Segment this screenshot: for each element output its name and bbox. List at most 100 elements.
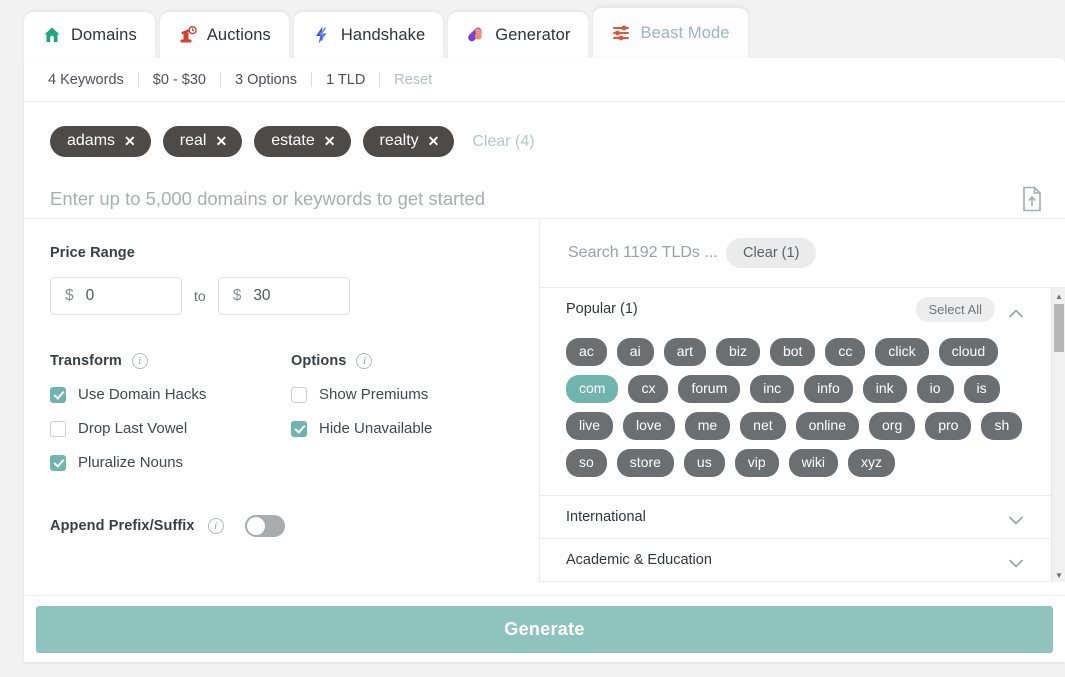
tld-chip-xyz[interactable]: xyz	[848, 449, 895, 477]
scroll-down-icon[interactable]: ▼	[1052, 568, 1065, 582]
tld-chip-click[interactable]: click	[875, 338, 928, 366]
checkbox-hide-unavailable[interactable]: Hide Unavailable	[291, 420, 532, 437]
filter-keywords-count[interactable]: 4 Keywords	[34, 72, 138, 88]
chevron-down-icon[interactable]	[1009, 555, 1023, 564]
keyword-chip-label: adams	[67, 132, 115, 150]
tld-chip-info[interactable]: info	[804, 375, 853, 403]
tld-chip-is[interactable]: is	[964, 375, 1000, 403]
tld-chip-ink[interactable]: ink	[863, 375, 907, 403]
tld-chip-cx[interactable]: cx	[628, 375, 668, 403]
checkbox-grid: Transform i Use Domain Hacks Drop Last V…	[50, 353, 539, 471]
tld-chip-cc[interactable]: cc	[825, 338, 865, 366]
filter-options-count[interactable]: 3 Options	[221, 72, 311, 88]
tld-chip-ai[interactable]: ai	[617, 338, 654, 366]
tld-chip-biz[interactable]: biz	[716, 338, 760, 366]
checkbox-label: Use Domain Hacks	[78, 386, 206, 403]
keyword-chip-row: adams ✕ real ✕ estate ✕ realty ✕ Clear (…	[24, 102, 1065, 157]
tld-chip-org[interactable]: org	[869, 412, 915, 440]
tld-chip-love[interactable]: love	[623, 412, 675, 440]
accordion-header-international[interactable]: International	[540, 496, 1065, 538]
checkbox-show-premiums[interactable]: Show Premiums	[291, 386, 532, 403]
append-prefix-suffix-row: Append Prefix/Suffix i	[50, 515, 539, 537]
price-min-field[interactable]: $ 0	[50, 277, 182, 315]
info-icon[interactable]: i	[132, 353, 148, 369]
tld-accordion: Popular (1) Select All ac ai art	[540, 287, 1065, 582]
chevron-up-icon[interactable]	[1009, 305, 1023, 314]
accordion-header-academic-education[interactable]: Academic & Education	[540, 539, 1065, 581]
tab-auctions[interactable]: Auctions	[160, 12, 289, 58]
checkbox-icon[interactable]	[291, 387, 307, 403]
tld-chip-io[interactable]: io	[917, 375, 954, 403]
close-icon[interactable]: ✕	[215, 134, 227, 148]
file-upload-icon[interactable]	[1021, 186, 1043, 212]
generate-button[interactable]: Generate	[36, 606, 1053, 653]
chevron-down-icon[interactable]	[1009, 512, 1023, 521]
checkbox-icon[interactable]	[50, 421, 66, 437]
scroll-up-icon[interactable]: ▲	[1052, 289, 1065, 303]
filter-price-range[interactable]: $0 - $30	[139, 72, 220, 88]
info-icon[interactable]: i	[356, 353, 372, 369]
tld-chip-art[interactable]: art	[664, 338, 706, 366]
keyword-chip[interactable]: adams ✕	[50, 126, 151, 157]
filter-reset-button[interactable]: Reset	[380, 72, 446, 88]
tld-chip-forum[interactable]: forum	[678, 375, 740, 403]
price-range-label: Price Range	[50, 245, 539, 261]
options-label: Options	[291, 353, 346, 369]
tld-chip-so[interactable]: so	[566, 449, 607, 477]
tld-chip-online[interactable]: online	[796, 412, 859, 440]
tab-generator[interactable]: Generator	[448, 12, 588, 58]
checkbox-drop-last-vowel[interactable]: Drop Last Vowel	[50, 420, 291, 437]
keyword-chip[interactable]: realty ✕	[363, 126, 455, 157]
tld-chip-inc[interactable]: inc	[750, 375, 794, 403]
close-icon[interactable]: ✕	[428, 134, 440, 148]
options-header: Options i	[291, 353, 532, 369]
clear-keywords-button[interactable]: Clear (4)	[472, 133, 534, 151]
checkbox-pluralize-nouns[interactable]: Pluralize Nouns	[50, 454, 291, 471]
select-all-button[interactable]: Select All	[916, 297, 995, 322]
toggle-knob	[247, 517, 265, 535]
keyword-input[interactable]	[50, 188, 1007, 210]
checkbox-use-domain-hacks[interactable]: Use Domain Hacks	[50, 386, 291, 403]
tld-chip-list: ac ai art biz bot cc click cloud com cx …	[540, 330, 1065, 495]
tld-chip-ac[interactable]: ac	[566, 338, 607, 366]
tab-domains[interactable]: Domains	[24, 12, 155, 58]
tld-search-input[interactable]	[566, 243, 726, 263]
tld-chip-com[interactable]: com	[566, 375, 618, 403]
tld-chip-net[interactable]: net	[740, 412, 785, 440]
accordion-section-academic-education: Academic & Education	[540, 539, 1065, 582]
left-settings-column: Price Range $ 0 to $ 30 Transfo	[24, 219, 540, 582]
checkbox-icon[interactable]	[50, 455, 66, 471]
accordion-section-popular: Popular (1) Select All ac ai art	[540, 288, 1065, 496]
tld-chip-us[interactable]: us	[684, 449, 725, 477]
accordion-title: International	[566, 509, 1009, 525]
price-max-field[interactable]: $ 30	[218, 277, 350, 315]
tld-chip-cloud[interactable]: cloud	[939, 338, 998, 366]
checkbox-label: Drop Last Vowel	[78, 420, 187, 437]
info-icon[interactable]: i	[208, 518, 224, 534]
tld-chip-bot[interactable]: bot	[770, 338, 815, 366]
keyword-chip[interactable]: real ✕	[163, 126, 242, 157]
tld-chip-me[interactable]: me	[685, 412, 730, 440]
accordion-header-popular[interactable]: Popular (1) Select All	[540, 288, 1065, 330]
filter-summary-bar: 4 Keywords $0 - $30 3 Options 1 TLD Rese…	[24, 58, 1065, 102]
tld-chip-store[interactable]: store	[617, 449, 674, 477]
close-icon[interactable]: ✕	[324, 134, 336, 148]
tld-chip-wiki[interactable]: wiki	[789, 449, 838, 477]
checkbox-icon[interactable]	[291, 421, 307, 437]
tld-chip-pro[interactable]: pro	[925, 412, 971, 440]
filter-tld-count[interactable]: 1 TLD	[312, 72, 379, 88]
tld-chip-live[interactable]: live	[566, 412, 613, 440]
checkbox-icon[interactable]	[50, 387, 66, 403]
clear-tlds-button[interactable]: Clear (1)	[726, 238, 816, 268]
scrollbar-thumb[interactable]	[1054, 304, 1064, 352]
house-icon	[42, 25, 62, 45]
tab-beast-mode[interactable]: Beast Mode	[593, 8, 747, 58]
append-prefix-suffix-toggle[interactable]	[245, 515, 285, 537]
tld-chip-sh[interactable]: sh	[981, 412, 1022, 440]
main-tabbar: Domains Auctions Handshak	[0, 0, 1065, 58]
keyword-chip[interactable]: estate ✕	[254, 126, 350, 157]
tld-scrollbar[interactable]: ▲ ▼	[1051, 288, 1065, 582]
close-icon[interactable]: ✕	[124, 134, 136, 148]
tld-chip-vip[interactable]: vip	[735, 449, 779, 477]
tab-handshake[interactable]: Handshake	[294, 12, 443, 58]
